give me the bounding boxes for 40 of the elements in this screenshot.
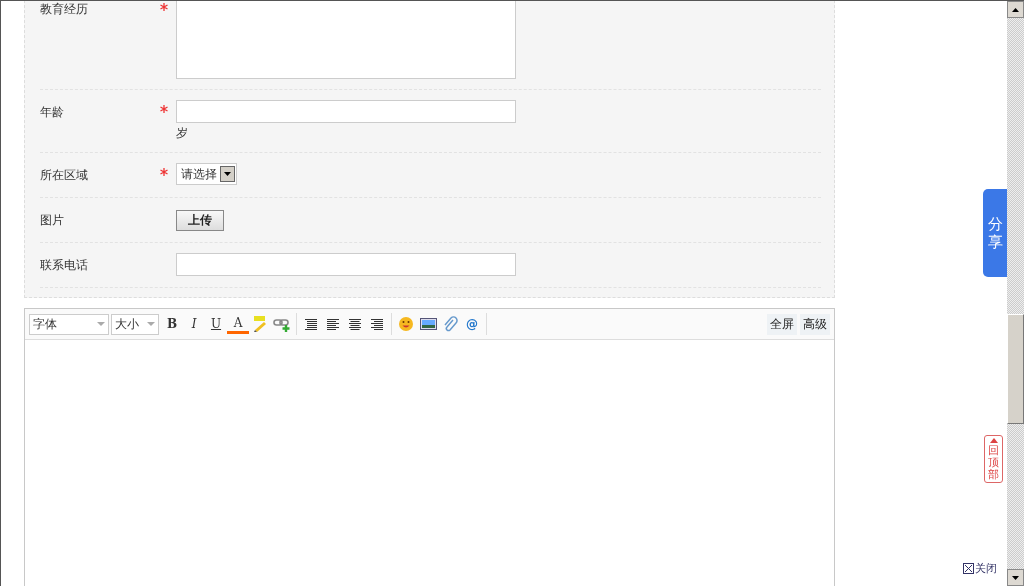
scroll-thumb[interactable] (1007, 314, 1024, 424)
up-arrow-icon (1012, 7, 1019, 12)
field-label: 图片 (40, 212, 65, 229)
align-icon (348, 317, 362, 331)
field-label: 所在区域 (40, 167, 89, 184)
select-field[interactable]: 请选择 (176, 163, 237, 185)
down-arrow-icon (1012, 575, 1019, 580)
close-link[interactable]: 关闭 (963, 561, 997, 576)
size-dropdown[interactable]: 大小 (111, 313, 159, 335)
scrollbar[interactable] (1007, 1, 1024, 586)
input-field[interactable] (176, 100, 516, 123)
input-field[interactable] (176, 253, 516, 276)
advanced-button[interactable]: 高级 (800, 313, 830, 335)
required-icon (160, 168, 168, 176)
back-to-top-button[interactable]: 回顶部 (984, 435, 1003, 484)
bold-button[interactable]: B (161, 313, 183, 335)
close-icon (963, 563, 974, 574)
up-triangle-icon (989, 438, 998, 443)
align-icon (304, 317, 318, 331)
required-icon (160, 3, 168, 11)
align-icon (326, 317, 340, 331)
scroll-up-button[interactable] (1007, 1, 1024, 18)
caret-icon (147, 322, 155, 326)
field-label: 教育经历 (40, 1, 89, 18)
caret-icon (97, 322, 105, 326)
fullscreen-button[interactable]: 全屏 (767, 313, 797, 335)
underline-button[interactable]: U (205, 313, 227, 335)
italic-button[interactable]: I (183, 313, 205, 335)
required-icon (160, 105, 168, 113)
mention-button[interactable]: @ (461, 313, 483, 335)
font-dropdown[interactable]: 字体 (29, 313, 109, 335)
rich-text-editor[interactable]: 字体 大小 B I U A @ 全屏 高级 (24, 308, 835, 586)
align-icon (370, 317, 384, 331)
upload-button[interactable]: 上传 (176, 210, 224, 231)
unit-label: 岁 (176, 125, 188, 142)
font-color-button[interactable]: A (227, 314, 249, 334)
scroll-down-button[interactable] (1007, 569, 1024, 586)
share-tab[interactable]: 分享 (983, 189, 1007, 277)
field-label: 联系电话 (40, 257, 89, 274)
field-label: 年龄 (40, 104, 65, 121)
